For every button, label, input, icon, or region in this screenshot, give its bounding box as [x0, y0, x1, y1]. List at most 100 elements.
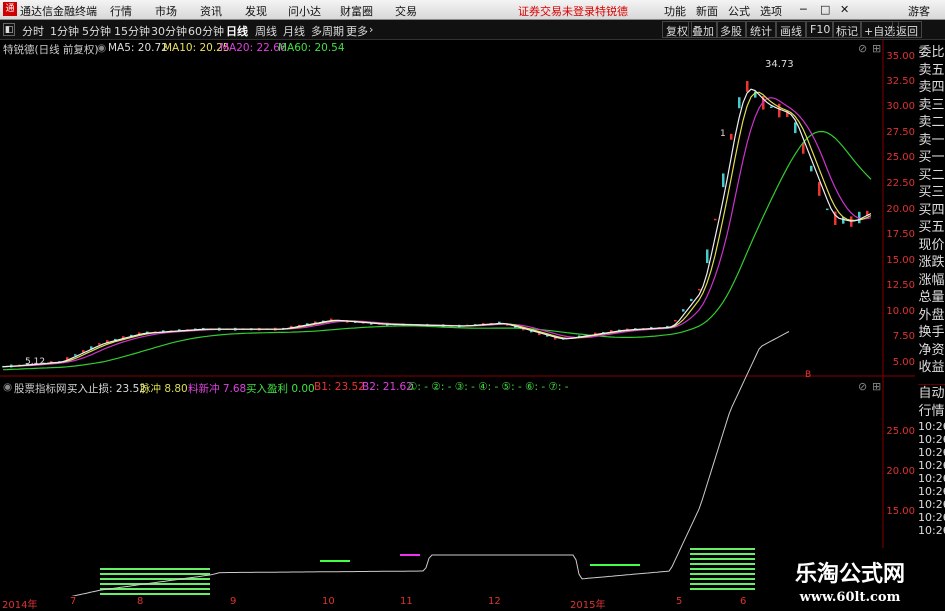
side-item[interactable]: 买三 [918, 184, 945, 202]
period-daily[interactable]: 日线 [226, 23, 248, 39]
candle [722, 173, 725, 188]
extra-label: ①: - ②: - ③: - ④: - ⑤: - ⑥: - ⑦: - [408, 381, 569, 393]
peak-price-label: 34.73 [765, 59, 794, 70]
menu-xinmian[interactable]: 新面 [696, 3, 718, 19]
x-tick: 6 [740, 596, 747, 607]
low-price-label: 5.12 [25, 357, 45, 367]
maximize-icon[interactable]: □ [820, 3, 830, 16]
period-30min[interactable]: 30分钟 [151, 23, 187, 39]
diejia-button[interactable]: 叠加 [688, 21, 718, 38]
side-item[interactable]: 行情 [918, 403, 945, 421]
buy-stop-label: 买入止损: 23.52 [67, 383, 146, 395]
menu-gongshi[interactable]: 公式 [728, 3, 750, 19]
watermark-title: 乐淘公式网 [794, 561, 905, 587]
period-5min[interactable]: 5分钟 [82, 23, 111, 39]
period-multi[interactable]: 多周期 [311, 23, 344, 39]
menu-wenxiaoda[interactable]: 问小达 [288, 3, 321, 19]
side-item[interactable]: 卖五 [918, 62, 945, 80]
side-item[interactable]: 卖二 [918, 114, 945, 132]
f10-button[interactable]: F10 [806, 21, 835, 38]
tongji-button[interactable]: 统计 [746, 21, 776, 38]
side-item[interactable]: 外盘 [918, 307, 945, 325]
side-item[interactable]: 涨跌 [918, 254, 945, 272]
period-15min[interactable]: 15分钟 [114, 23, 150, 39]
time-item: 10:26 [918, 524, 945, 537]
login-notice[interactable]: 证券交易未登录 [518, 3, 595, 19]
account-label[interactable]: 游客 [908, 3, 930, 19]
minimize-icon[interactable]: ─ [800, 3, 807, 16]
indicator-icon[interactable]: ◉ [3, 381, 12, 393]
side-item[interactable]: 收益 [918, 359, 945, 377]
period-60min[interactable]: 60分钟 [188, 23, 224, 39]
ma60-line [2, 130, 872, 371]
period-fenshi[interactable]: 分时 [22, 23, 44, 39]
y-tick: 20.00 [886, 204, 915, 215]
side-item[interactable]: 自动 [918, 385, 945, 403]
period-monthly[interactable]: 月线 [283, 23, 305, 39]
side-panel-2: 自动 行情 [918, 384, 945, 420]
side-item[interactable]: 卖四 [918, 79, 945, 97]
menu-zixun[interactable]: 资讯 [200, 3, 222, 19]
biaoji-button[interactable]: 标记 [832, 21, 862, 38]
indicator-bar [100, 568, 210, 570]
side-item[interactable]: 委比 [918, 44, 945, 62]
annotation-one: 1 [720, 129, 726, 139]
candle [826, 208, 829, 211]
indicator-bar [320, 560, 350, 562]
candle [778, 103, 781, 118]
time-item: 10:26 [918, 420, 945, 433]
side-item[interactable]: 买五 [918, 219, 945, 237]
x-tick: 7 [70, 596, 77, 607]
time-item: 10:26 [918, 485, 945, 498]
period-more[interactable]: 更多 [346, 23, 368, 39]
side-item[interactable]: 换手 [918, 324, 945, 342]
b1-label: B1: 23.52 [314, 381, 365, 393]
x-tick: 11 [400, 596, 413, 607]
side-item[interactable]: 总量 [918, 289, 945, 307]
buy-profit-label: 买入盈利 0.00 [246, 383, 315, 395]
time-item: 10:26 [918, 498, 945, 511]
main-chart[interactable]: 34.73 5.12 1 B [0, 40, 915, 600]
x-tick: 5 [676, 596, 683, 607]
back-icon[interactable]: ◧ [3, 23, 15, 36]
period-weekly[interactable]: 周线 [255, 23, 277, 39]
side-item[interactable]: 现价 [918, 237, 945, 255]
side-item[interactable]: 涨幅 [918, 272, 945, 290]
menu-xuanxiang[interactable]: 选项 [760, 3, 782, 19]
candle [746, 80, 749, 92]
annotation-b: B [805, 370, 811, 380]
duogu-button[interactable]: 多股 [716, 21, 746, 38]
return-button[interactable]: 返回 [892, 21, 922, 38]
indicator-bar [100, 578, 210, 580]
menu-jiaoyi[interactable]: 交易 [395, 3, 417, 19]
period-1min[interactable]: 1分钟 [50, 23, 79, 39]
x-tick: 10 [322, 596, 335, 607]
close-icon[interactable]: ✕ [840, 3, 849, 16]
side-panel: 委比 卖五 卖四 卖三 卖二 卖一 买一 买二 买三 买四 买五 现价 涨跌 涨… [918, 44, 945, 377]
huaxian-button[interactable]: 画线 [776, 21, 806, 38]
menu-caifuquan[interactable]: 财富圈 [340, 3, 373, 19]
menu-hangqing[interactable]: 行情 [110, 3, 132, 19]
side-item[interactable]: 买四 [918, 202, 945, 220]
y-tick: 10.00 [886, 306, 915, 317]
candle [682, 309, 685, 312]
indicator-bar [100, 593, 210, 595]
x-tick: 12 [488, 596, 501, 607]
y-tick: 30.00 [886, 101, 915, 112]
candle [770, 106, 773, 108]
side-item[interactable]: 卖一 [918, 132, 945, 150]
menu-shichang[interactable]: 市场 [155, 3, 177, 19]
more-chevron-icon[interactable]: › [369, 23, 373, 36]
menu-gongneng[interactable]: 功能 [664, 3, 686, 19]
side-item[interactable]: 卖三 [918, 97, 945, 115]
app-logo-icon: 通 [3, 2, 17, 16]
side-item[interactable]: 买二 [918, 167, 945, 185]
candle [730, 133, 733, 140]
side-item[interactable]: 买一 [918, 149, 945, 167]
menu-faxian[interactable]: 发现 [245, 3, 267, 19]
y-tick-sub: 15.00 [886, 506, 915, 517]
indicator-bar [590, 564, 640, 566]
title-bar: 通 通达信金融终端 行情 市场 资讯 发现 问小达 财富圈 交易 证券交易未登录… [0, 0, 945, 20]
candle [706, 249, 709, 264]
side-item[interactable]: 净资 [918, 342, 945, 360]
